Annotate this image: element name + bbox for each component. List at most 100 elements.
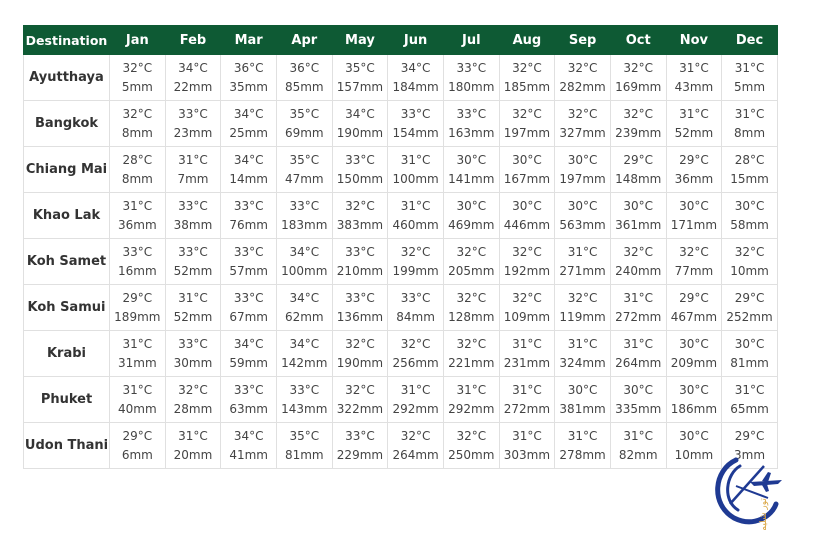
rainfall-value: 36mm — [118, 217, 157, 232]
climate-cell: 32°C 128mm — [442, 284, 500, 331]
rainfall-value: 292mm — [448, 401, 495, 416]
temperature-value: 32°C — [679, 244, 709, 259]
rainfall-value: 63mm — [229, 401, 268, 416]
rainfall-value: 59mm — [229, 355, 268, 370]
rainfall-value: 322mm — [336, 401, 384, 416]
temperature-value: 34°C — [400, 60, 431, 75]
temperature-value: 32°C — [122, 106, 153, 121]
temperature-value: 33°C — [289, 198, 320, 213]
temperature-value: 33°C — [178, 244, 208, 259]
rainfall-value: 40mm — [118, 401, 157, 416]
climate-cell: 34°C 14mm — [220, 146, 277, 193]
rainfall-value: 185mm — [503, 79, 551, 94]
temperature-value: 32°C — [400, 244, 431, 259]
rainfall-value: 143mm — [281, 401, 328, 416]
temperature-value: 34°C — [289, 290, 320, 305]
temperature-value: 32°C — [456, 290, 487, 305]
temperature-value: 30°C — [679, 428, 709, 443]
rainfall-value: 239mm — [615, 125, 662, 140]
rainfall-value: 28mm — [173, 401, 213, 416]
climate-cell: 28°C 15mm — [721, 146, 778, 193]
temperature-value: 32°C — [400, 336, 431, 351]
rainfall-value: 16mm — [118, 263, 157, 278]
climate-cell: 30°C 167mm — [498, 146, 556, 193]
climate-cell: 29°C 6mm — [109, 422, 166, 469]
climate-cell: 31°C 278mm — [554, 422, 611, 469]
climate-cell: 33°C 210mm — [331, 238, 389, 285]
rainfall-value: 77mm — [674, 263, 714, 278]
temperature-value: 28°C — [122, 152, 153, 167]
temperature-value: 33°C — [456, 106, 487, 121]
rainfall-value: 35mm — [229, 79, 268, 94]
rainfall-value: 58mm — [730, 217, 769, 232]
table-row: Phuket 31°C 40mm 32°C 28mm 33°C 63mm 33°C 143mm 3… — [23, 376, 778, 423]
climate-cell: 31°C 40mm — [109, 376, 166, 423]
climate-cell: 30°C 81mm — [721, 330, 778, 377]
climate-cell: 32°C 221mm — [442, 330, 500, 377]
table-body: Ayutthaya 32°C 5mm 34°C 22mm 36°C 35mm 36°C 85mm… — [23, 54, 778, 469]
climate-cell: 30°C 141mm — [442, 146, 500, 193]
climate-cell: 33°C 229mm — [331, 422, 389, 469]
temperature-value: 35°C — [289, 428, 320, 443]
header-month: Apr — [275, 25, 333, 55]
climate-cell: 34°C 41mm — [220, 422, 277, 469]
temperature-value: 29°C — [623, 152, 654, 167]
temperature-value: 31°C — [679, 60, 709, 75]
climate-cell: 32°C 327mm — [554, 100, 611, 147]
temperature-value: 32°C — [345, 198, 375, 213]
temperature-value: 29°C — [122, 428, 153, 443]
climate-cell: 33°C 30mm — [164, 330, 222, 377]
table-row: Bangkok 32°C 8mm 33°C 23mm 34°C 25mm 35°C 69mm 34… — [23, 100, 778, 147]
rainfall-value: 381mm — [559, 401, 606, 416]
temperature-value: 34°C — [345, 106, 375, 121]
climate-cell: 33°C 16mm — [109, 238, 166, 285]
temperature-value: 31°C — [679, 106, 709, 121]
header-month: Jul — [442, 25, 500, 55]
rainfall-value: 7mm — [177, 171, 209, 186]
rainfall-value: 199mm — [392, 263, 439, 278]
rainfall-value: 148mm — [615, 171, 662, 186]
climate-cell: 30°C 197mm — [554, 146, 611, 193]
rainfall-value: 446mm — [503, 217, 551, 232]
header-month: Aug — [498, 25, 556, 55]
temperature-value: 30°C — [679, 336, 709, 351]
header-month: Oct — [609, 25, 667, 55]
temperature-value: 30°C — [567, 198, 598, 213]
temperature-value: 31°C — [456, 382, 487, 397]
temperature-value: 31°C — [623, 336, 654, 351]
climate-cell: 31°C 292mm — [442, 376, 500, 423]
rainfall-value: 467mm — [670, 309, 718, 324]
rainfall-value: 69mm — [284, 125, 324, 140]
climate-cell: 31°C 52mm — [665, 100, 723, 147]
temperature-value: 31°C — [400, 382, 431, 397]
temperature-value: 34°C — [178, 60, 208, 75]
rainfall-value: 82mm — [618, 447, 658, 462]
rainfall-value: 221mm — [448, 355, 495, 370]
rainfall-value: 5mm — [121, 79, 153, 94]
temperature-value: 30°C — [734, 198, 765, 213]
climate-cell: 31°C 65mm — [721, 376, 778, 423]
climate-cell: 33°C 23mm — [164, 100, 222, 147]
temperature-value: 29°C — [679, 152, 709, 167]
climate-cell: 29°C 189mm — [109, 284, 166, 331]
rainfall-value: 30mm — [173, 355, 213, 370]
rainfall-value: 271mm — [559, 263, 606, 278]
climate-cell: 30°C 563mm — [554, 192, 611, 239]
temperature-value: 31°C — [734, 106, 765, 121]
temperature-value: 30°C — [512, 152, 542, 167]
temperature-value: 31°C — [512, 336, 542, 351]
climate-cell: 33°C 150mm — [331, 146, 389, 193]
climate-cell: 36°C 35mm — [220, 54, 277, 101]
temperature-value: 34°C — [289, 244, 320, 259]
climate-cell: 31°C 272mm — [498, 376, 556, 423]
rainfall-value: 76mm — [229, 217, 268, 232]
climate-cell: 31°C 264mm — [609, 330, 667, 377]
rainfall-value: 8mm — [121, 125, 153, 140]
climate-cell: 31°C 324mm — [554, 330, 611, 377]
rainfall-value: 154mm — [392, 125, 439, 140]
table-row: Khao Lak 31°C 36mm 33°C 38mm 33°C 76mm 33°C 183m… — [23, 192, 778, 239]
rainfall-value: 264mm — [392, 447, 439, 462]
temperature-value: 31°C — [178, 290, 208, 305]
temperature-value: 31°C — [623, 428, 654, 443]
climate-cell: 32°C 190mm — [331, 330, 389, 377]
